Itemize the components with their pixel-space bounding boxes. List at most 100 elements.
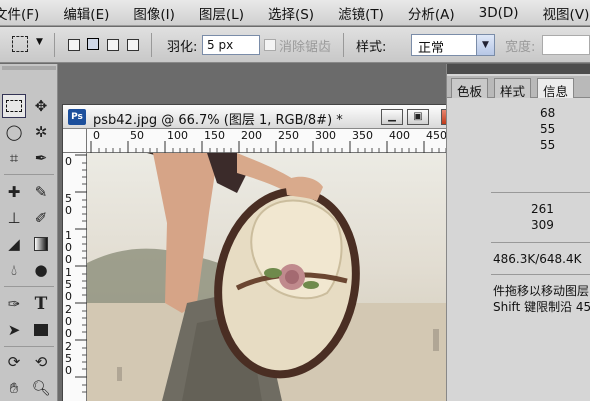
photoshop-icon: Ps	[68, 109, 86, 125]
divider	[4, 286, 54, 287]
antialias-label: 消除锯齿	[279, 40, 332, 55]
image-canvas[interactable]	[87, 153, 473, 401]
info-height-value: 309	[531, 218, 554, 232]
ruler-label: 1 0 0	[65, 229, 72, 266]
3d-orbit-icon[interactable]: ⟲	[29, 350, 53, 374]
info-hint-line-1: 件拖移以移动图层	[493, 284, 590, 298]
menu-file[interactable]: 文件(F)	[0, 3, 45, 23]
eyedropper-icon[interactable]: ✒	[29, 146, 53, 170]
document-window: Ps psb42.jpg @ 66.7% (图层 1, RGB/8#) * ▁ …	[62, 104, 494, 401]
new-selection-icon[interactable]	[68, 39, 80, 51]
crop-icon[interactable]: ⌗	[2, 146, 26, 170]
style-value: 正常	[418, 41, 445, 56]
dodge-icon[interactable]: ●	[29, 258, 53, 282]
menu-select[interactable]: 选择(S)	[268, 3, 320, 23]
restore-icon[interactable]: ▣	[407, 109, 429, 125]
info-b-value: 55	[540, 138, 556, 152]
panel-grip	[447, 64, 590, 74]
tab-styles[interactable]: 样式	[494, 78, 532, 99]
ruler-label: 100	[167, 129, 188, 142]
ruler-label: 50	[130, 129, 144, 142]
intersect-selection-icon[interactable]	[127, 39, 139, 51]
info-hint-line-2: Shift 键限制沿 45	[493, 300, 590, 314]
preset-dropdown-icon[interactable]: ▼	[36, 37, 43, 47]
lasso-icon[interactable]: ◯	[2, 120, 26, 144]
options-bar: ▼ 羽化: 5 px 消除锯齿 样式: 正常 ▼ 宽度:	[0, 27, 590, 63]
vertical-ruler[interactable]: 0 5 0 1 0 0 1 5 0 2 0 0 2 5 0	[63, 153, 87, 401]
clone-stamp-icon[interactable]: ⊥	[2, 206, 26, 230]
info-width-value: 261	[531, 202, 554, 216]
add-selection-icon[interactable]	[87, 38, 99, 50]
ruler-label: 5 0	[65, 192, 72, 217]
subtract-selection-icon[interactable]	[107, 39, 119, 51]
menu-bar: 文件(F) 编辑(E) 图像(I) 图层(L) 选择(S) 滤镜(T) 分析(A…	[0, 0, 590, 26]
style-label: 样式:	[356, 40, 387, 55]
magic-wand-icon[interactable]: ✲	[29, 120, 53, 144]
document-titlebar[interactable]: Ps psb42.jpg @ 66.7% (图层 1, RGB/8#) * ▁ …	[63, 105, 493, 129]
info-r-value: 68	[540, 106, 556, 120]
ruler-label: 1 5 0	[65, 266, 72, 303]
ruler-label: 450	[426, 129, 447, 142]
style-select[interactable]: 正常 ▼	[411, 34, 495, 56]
chevron-down-icon: ▼	[476, 35, 494, 55]
ruler-label: 0	[93, 129, 100, 142]
tools-panel: ✥ ◯ ✲ ⌗ ✒ ✚ ✎ ⊥ ✐ ◢ 💧︎ ● ✑ T ➤ ⟳ ⟲ ✋︎ 🔍︎	[0, 64, 58, 401]
tab-info[interactable]: 信息	[537, 78, 575, 99]
feather-label: 羽化:	[167, 40, 198, 55]
history-brush-icon[interactable]: ✐	[29, 206, 53, 230]
width-input[interactable]	[542, 35, 590, 55]
tools-grip	[2, 66, 56, 70]
zoom-icon[interactable]: 🔍︎	[29, 376, 53, 400]
divider	[491, 192, 590, 193]
menu-analysis[interactable]: 分析(A)	[408, 3, 461, 23]
info-panel: 色板 样式 信息 68 55 55 261 309 486.3K/648.4K …	[446, 64, 590, 401]
menu-layer[interactable]: 图层(L)	[199, 3, 250, 23]
pen-icon[interactable]: ✑	[2, 292, 26, 316]
info-g-value: 55	[540, 122, 556, 136]
divider	[343, 33, 344, 57]
divider	[151, 33, 152, 57]
divider	[491, 274, 590, 275]
ruler-label: 250	[278, 129, 299, 142]
ruler-label: 0	[65, 155, 72, 168]
minimize-icon[interactable]: ▁	[381, 109, 403, 125]
divider	[54, 33, 55, 57]
hand-icon[interactable]: ✋︎	[2, 376, 26, 400]
path-select-icon[interactable]: ➤	[2, 318, 26, 342]
ruler-label: 400	[389, 129, 410, 142]
ruler-label: 300	[315, 129, 336, 142]
ruler-label: 150	[204, 129, 225, 142]
panel-tab-strip: 色板 样式 信息	[447, 76, 590, 99]
menu-edit[interactable]: 编辑(E)	[63, 3, 115, 23]
ruler-label: 200	[241, 129, 262, 142]
ruler-label: 2 0 0	[65, 303, 72, 340]
divider	[491, 242, 590, 243]
gradient-icon[interactable]	[29, 232, 53, 256]
photo	[87, 153, 473, 401]
menu-view[interactable]: 视图(V)	[543, 3, 590, 23]
info-doc-size: 486.3K/648.4K	[493, 252, 582, 266]
menu-3d[interactable]: 3D(D)	[479, 5, 525, 21]
antialias-checkbox[interactable]	[264, 39, 276, 51]
horizontal-ruler[interactable]: 0 50 100 150 200 250 300 350 400 450	[87, 129, 493, 153]
3d-rotate-icon[interactable]: ⟳	[2, 350, 26, 374]
blur-icon[interactable]: 💧︎	[2, 258, 26, 282]
marquee-icon[interactable]	[2, 94, 26, 118]
divider	[4, 174, 54, 175]
tab-swatches[interactable]: 色板	[451, 78, 489, 99]
feather-input[interactable]: 5 px	[202, 35, 260, 55]
menu-filter[interactable]: 滤镜(T)	[338, 3, 390, 23]
ruler-label: 2 5 0	[65, 340, 72, 377]
eraser-icon[interactable]: ◢	[2, 232, 26, 256]
ruler-corner[interactable]	[63, 129, 87, 153]
healing-brush-icon[interactable]: ✚	[2, 180, 26, 204]
shape-icon[interactable]	[29, 318, 53, 342]
brush-icon[interactable]: ✎	[29, 180, 53, 204]
document-title: psb42.jpg @ 66.7% (图层 1, RGB/8#) *	[93, 113, 343, 128]
menu-image[interactable]: 图像(I)	[133, 3, 181, 23]
width-label: 宽度:	[505, 40, 536, 55]
marquee-preset-icon[interactable]	[12, 36, 28, 52]
ruler-label: 350	[352, 129, 373, 142]
type-icon[interactable]: T	[29, 292, 53, 316]
move-icon[interactable]: ✥	[29, 94, 53, 118]
